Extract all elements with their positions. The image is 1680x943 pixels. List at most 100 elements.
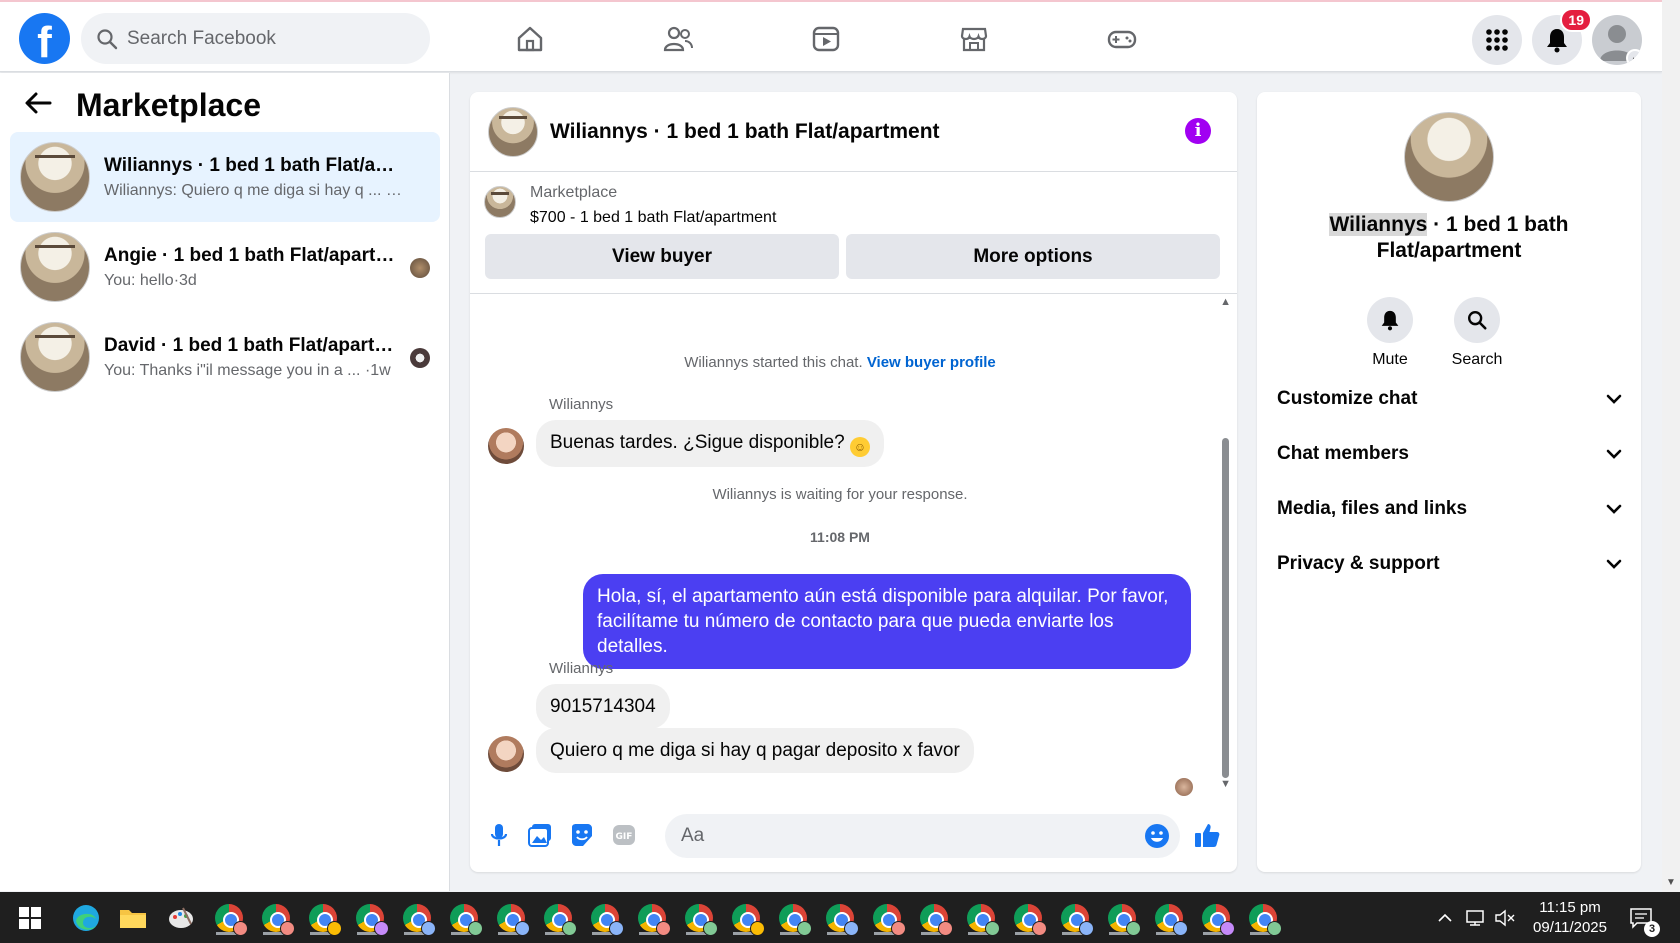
sender-avatar[interactable] (488, 736, 524, 772)
privacy-support-section[interactable]: Privacy & support (1277, 544, 1622, 584)
paint-palette-icon (169, 907, 193, 928)
taskbar-clock[interactable]: 11:15 pm 09/11/2025 (1525, 898, 1615, 938)
chrome-taskbar-item[interactable] (964, 901, 1000, 936)
gif-button[interactable]: GIF (609, 820, 639, 850)
message-input-box[interactable] (665, 814, 1180, 858)
search-input[interactable] (127, 27, 407, 50)
page-scrollbar[interactable]: ▼ (1662, 0, 1680, 892)
message-text-line: Hola, sí, el apartamento aún está dispon… (597, 586, 1169, 607)
video-nav-button[interactable] (796, 16, 856, 62)
chrome-taskbar-item[interactable] (306, 901, 342, 936)
file-explorer-taskbar-item[interactable] (116, 901, 150, 935)
top-navigation-bar: f 19 ⌄ (0, 0, 1662, 72)
conversation-item[interactable]: Angie · 1 bed 1 bath Flat/apartm... You:… (10, 222, 440, 312)
search-in-conversation-button[interactable] (1454, 297, 1500, 343)
chat-panel: Wiliannys · 1 bed 1 bath Flat/apartment … (470, 92, 1237, 872)
chrome-taskbar-item[interactable] (494, 901, 530, 936)
chrome-taskbar-item[interactable] (1058, 901, 1094, 936)
search-bar[interactable] (81, 13, 430, 64)
chrome-icon (638, 904, 671, 936)
chevron-down-icon (1606, 504, 1622, 514)
message-bubble[interactable]: Buenas tardes. ¿Sigue disponible? ☺ (536, 420, 884, 467)
gaming-nav-button[interactable] (1092, 16, 1152, 62)
paint-taskbar-item[interactable] (164, 901, 198, 935)
emoji-icon[interactable] (1144, 823, 1170, 849)
media-files-links-section[interactable]: Media, files and links (1277, 489, 1622, 529)
home-nav-button[interactable] (500, 16, 560, 62)
chrome-taskbar-item[interactable] (541, 901, 577, 936)
action-center-button[interactable]: 3 (1624, 901, 1660, 937)
network-tray-button[interactable] (1458, 901, 1492, 935)
svg-text:GIF: GIF (616, 832, 633, 842)
facebook-logo-icon[interactable]: f (19, 13, 70, 64)
chrome-taskbar-item[interactable] (1246, 901, 1282, 936)
chrome-taskbar-item[interactable] (259, 901, 295, 936)
chrome-taskbar-item[interactable] (353, 901, 389, 936)
search-label: Search (1451, 351, 1503, 368)
chrome-taskbar-item[interactable] (588, 901, 624, 936)
message-bubble[interactable]: 9015714304 (536, 684, 670, 729)
search-action[interactable]: Search (1447, 297, 1507, 369)
mute-action[interactable]: Mute (1360, 297, 1420, 369)
listing-thumbnail[interactable] (488, 106, 538, 157)
chrome-taskbar-item[interactable] (400, 901, 436, 936)
scroll-up-arrow-icon[interactable]: ▲ (1220, 296, 1231, 308)
seen-avatar (1175, 778, 1193, 796)
message-input[interactable] (665, 814, 1135, 858)
chrome-taskbar-item[interactable] (870, 901, 906, 936)
more-options-button[interactable]: More options (846, 234, 1220, 279)
chrome-taskbar-item[interactable] (635, 901, 671, 936)
scroll-down-arrow-icon[interactable]: ▼ (1220, 778, 1231, 790)
chrome-taskbar-item[interactable] (447, 901, 483, 936)
voice-clip-button[interactable] (484, 820, 514, 850)
conversation-title: Angie · 1 bed 1 bath Flat/apartm... (104, 244, 404, 266)
chrome-taskbar-item[interactable] (1011, 901, 1047, 936)
network-icon (1466, 910, 1484, 926)
conversation-preview: You: hello·3d (104, 271, 197, 289)
back-arrow-icon[interactable] (24, 89, 60, 123)
chrome-taskbar-item[interactable] (917, 901, 953, 936)
customize-chat-section[interactable]: Customize chat (1277, 379, 1622, 419)
mute-button[interactable] (1367, 297, 1413, 343)
info-icon[interactable]: i (1185, 118, 1211, 144)
friends-nav-button[interactable] (648, 16, 708, 62)
chrome-taskbar-item[interactable] (823, 901, 859, 936)
marketplace-nav-button[interactable] (944, 16, 1004, 62)
send-like-button[interactable] (1192, 820, 1222, 850)
chrome-icon (544, 904, 577, 936)
start-button[interactable] (13, 901, 47, 935)
sender-avatar[interactable] (488, 428, 524, 464)
chrome-taskbar-item[interactable] (776, 901, 812, 936)
conversation-item[interactable]: David · 1 bed 1 bath Flat/apartm... You:… (10, 312, 440, 402)
show-hidden-icons-button[interactable] (1428, 901, 1462, 935)
account-avatar-button[interactable]: ⌄ (1592, 15, 1642, 65)
listing-thumbnail[interactable] (1404, 112, 1494, 202)
notifications-button[interactable]: 19 (1532, 8, 1592, 65)
my-message-bubble[interactable]: Hola, sí, el apartamento aún está dispon… (583, 574, 1191, 669)
message-bubble[interactable]: Quiero q me diga si hay q pagar deposito… (536, 728, 974, 773)
menu-button[interactable] (1472, 15, 1522, 65)
chrome-taskbar-item[interactable] (1199, 901, 1235, 936)
read-receipt-avatar (410, 258, 430, 278)
chrome-icon (779, 904, 812, 936)
chrome-taskbar-item[interactable] (1105, 901, 1141, 936)
view-buyer-button[interactable]: View buyer (485, 234, 839, 279)
chrome-taskbar-item[interactable] (1152, 901, 1188, 936)
taskbar-date: 09/11/2025 (1533, 919, 1607, 936)
view-buyer-profile-link[interactable]: View buyer profile (867, 354, 996, 371)
sticker-button[interactable] (567, 820, 597, 850)
chat-members-section[interactable]: Chat members (1277, 434, 1622, 474)
scroll-down-arrow-icon[interactable]: ▼ (1666, 877, 1676, 888)
listing-thumbnail (20, 232, 90, 302)
chrome-taskbar-item[interactable] (729, 901, 765, 936)
section-label: Privacy & support (1277, 553, 1440, 574)
chrome-taskbar-item[interactable] (212, 901, 248, 936)
chrome-icon (215, 904, 248, 936)
edge-taskbar-item[interactable] (69, 901, 103, 935)
chrome-taskbar-item[interactable] (682, 901, 718, 936)
attach-photo-button[interactable] (525, 820, 555, 850)
conversation-item[interactable]: Wiliannys · 1 bed 1 bath Flat/apart... W… (10, 132, 440, 222)
chat-scrollbar-thumb[interactable] (1222, 438, 1229, 778)
volume-tray-button[interactable] (1488, 901, 1522, 935)
chat-title[interactable]: Wiliannys · 1 bed 1 bath Flat/apartment (550, 120, 940, 144)
